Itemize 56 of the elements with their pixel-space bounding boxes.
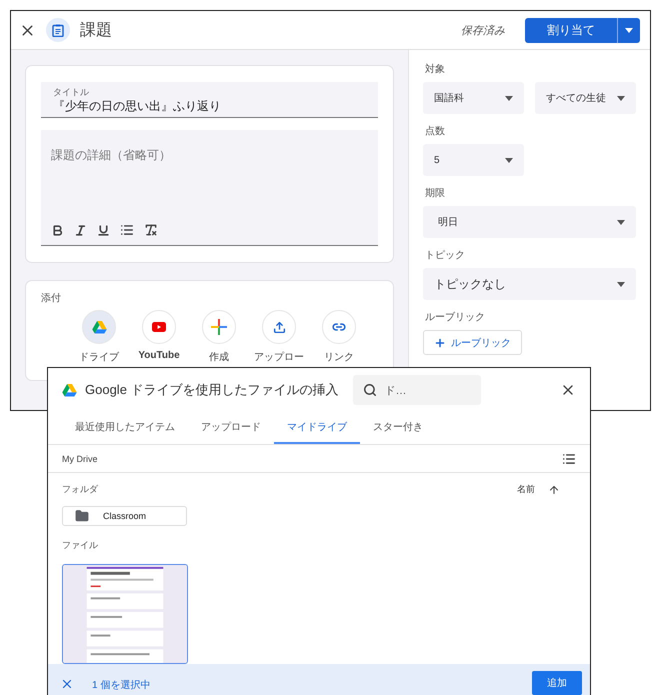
tab[interactable]: マイドライブ	[274, 412, 360, 444]
tab[interactable]: 最近使用したアイテム	[62, 412, 188, 444]
due-date-select[interactable]: 明日	[423, 206, 636, 238]
add-rubric-button[interactable]: ルーブリック	[423, 330, 522, 355]
attach-option[interactable]: ドライブ	[77, 310, 121, 364]
breadcrumb[interactable]: My Drive	[62, 454, 98, 464]
dialog-title: Google ドライブを使用したファイルの挿入	[85, 381, 339, 399]
attach-option[interactable]: YouTube	[137, 310, 181, 364]
attach-option[interactable]: リンク	[317, 310, 361, 364]
details-field[interactable]: 課題の詳細（省略可）	[41, 130, 378, 246]
play-icon	[152, 322, 166, 332]
field-label: 期限	[425, 188, 446, 200]
topic-select[interactable]: トピックなし	[423, 268, 636, 300]
field-label: 点数	[425, 126, 446, 138]
dropdown-caret-icon	[505, 158, 513, 162]
dropdown-select[interactable]: 5	[423, 144, 524, 176]
add-button[interactable]: 追加	[532, 671, 582, 695]
dropdown-select[interactable]: 国語科	[423, 82, 524, 114]
field-label: トピック	[425, 250, 466, 262]
clear-formatting-icon[interactable]	[144, 223, 158, 237]
field-label: ルーブリック	[425, 312, 486, 324]
dropdown-caret-icon	[617, 96, 625, 100]
section-heading: ファイル	[62, 539, 99, 552]
sort-button[interactable]: 名前	[517, 483, 535, 496]
section-heading: フォルダ	[62, 483, 98, 496]
title-field[interactable]: タイトル 『少年の日の思い出』ふり返り	[41, 82, 378, 118]
dropdown-caret-icon	[617, 220, 625, 224]
list-icon[interactable]	[120, 223, 134, 237]
field-label: 対象	[425, 64, 446, 76]
assignment-icon	[46, 18, 70, 42]
folder-icon	[75, 509, 89, 523]
upload-icon	[272, 320, 286, 334]
underline-icon[interactable]	[97, 224, 110, 236]
dropdown-caret-icon	[505, 96, 513, 100]
selection-count: 1 個を選択中	[92, 678, 150, 692]
caret-icon	[625, 28, 633, 32]
sort-direction-icon[interactable]	[548, 484, 560, 496]
attach-option[interactable]: 作成	[197, 310, 241, 364]
tab[interactable]: アップロード	[188, 412, 274, 444]
save-status: 保存済み	[461, 24, 505, 38]
section-label: 添付	[41, 293, 62, 305]
dropdown-caret-icon	[617, 282, 625, 286]
tab[interactable]: スター付き	[360, 412, 436, 444]
search-icon	[362, 383, 377, 397]
dropdown-select[interactable]: すべての生徒	[535, 82, 636, 114]
plus-icon	[211, 319, 227, 335]
drive-logo-icon	[62, 384, 77, 396]
folder-item[interactable]: Classroom	[62, 506, 187, 526]
list-view-icon[interactable]	[562, 452, 576, 466]
plus-icon	[434, 336, 446, 348]
bold-icon[interactable]	[51, 224, 64, 236]
search-field[interactable]: ド…	[352, 375, 481, 405]
italic-icon[interactable]	[74, 224, 87, 236]
page-title: 課題	[80, 20, 113, 40]
attach-option[interactable]: アップロー	[257, 310, 301, 364]
drive-logo-icon	[92, 320, 106, 334]
